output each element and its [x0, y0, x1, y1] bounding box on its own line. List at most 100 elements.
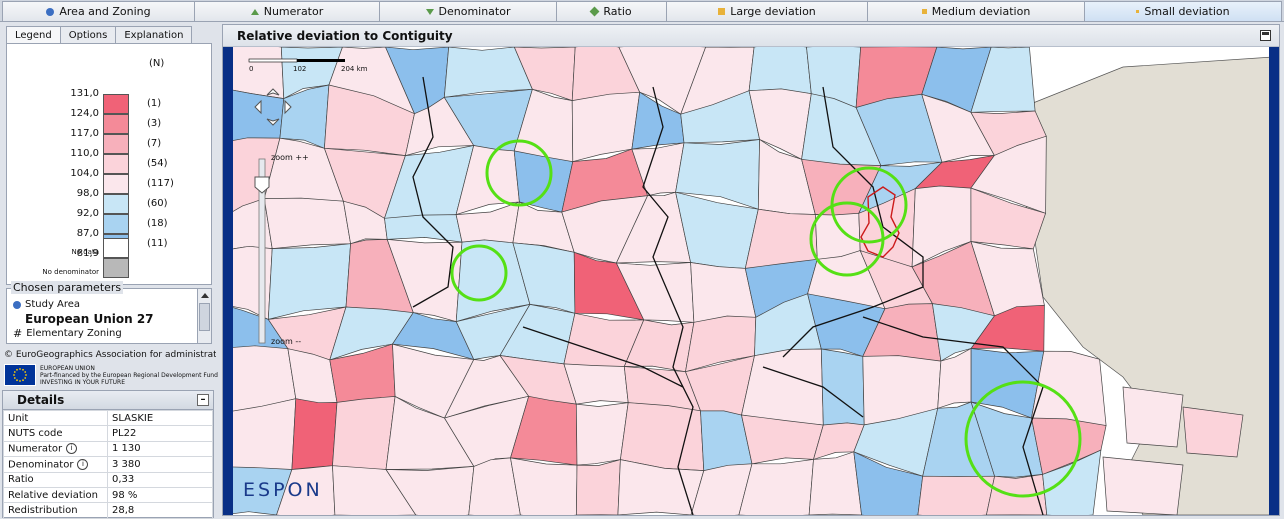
- legend-swatch: [103, 194, 129, 214]
- legend-threshold: 87,0: [76, 228, 99, 239]
- map-region[interactable]: [820, 348, 865, 429]
- tab-options[interactable]: Options: [59, 26, 117, 43]
- map-region[interactable]: [748, 47, 812, 95]
- legend-threshold: 131,0: [70, 88, 99, 99]
- legend: (N) 131,0 124,0 117,0 110,0 104,0 98,0 92,0 87,…: [6, 43, 212, 285]
- collapse-button[interactable]: –: [197, 394, 209, 406]
- scroll-up-icon[interactable]: [201, 293, 209, 298]
- details-panel: Details – Unit SLASKIE NUTS code PL22 Numera…: [2, 390, 214, 519]
- details-label: Denominator i: [3, 456, 108, 473]
- triangle-up-icon: [250, 8, 259, 15]
- eu-funding-banner: EUROPEAN UNION Part-financed by the Euro…: [4, 363, 218, 387]
- details-label: Unit: [3, 409, 108, 427]
- legend-count: (11): [147, 238, 168, 249]
- details-label: Relative deviation: [3, 486, 108, 504]
- map-region[interactable]: [291, 398, 338, 470]
- eu-text-line3: INVESTING IN YOUR FUTURE: [40, 378, 125, 386]
- zoom-in-label[interactable]: zoom ++: [271, 153, 309, 162]
- map-region[interactable]: [575, 402, 629, 466]
- map-canvas[interactable]: 0 102 204 km zoom ++ zoom -- ESPON: [223, 47, 1279, 515]
- square-icon: [718, 8, 726, 15]
- chosen-scrollbar[interactable]: [197, 289, 211, 343]
- map-region[interactable]: [576, 459, 621, 515]
- map-region[interactable]: [741, 348, 824, 426]
- tab-ratio[interactable]: Ratio: [556, 1, 667, 21]
- map-region[interactable]: [1182, 406, 1244, 458]
- legend-threshold: 98,0: [76, 188, 99, 199]
- scroll-thumb[interactable]: [199, 303, 210, 331]
- tab-large-deviation[interactable]: Large deviation: [666, 1, 868, 21]
- map-right-edge: [1269, 47, 1279, 515]
- chosen-parameters-title: Chosen parameters: [11, 281, 124, 294]
- map-region[interactable]: [917, 475, 996, 515]
- map-region[interactable]: [1122, 386, 1184, 448]
- legend-no-denominator-label: No denominator: [42, 268, 99, 276]
- legend-count: (1): [147, 98, 162, 109]
- info-icon[interactable]: i: [77, 458, 89, 470]
- details-value: SLASKIE: [107, 409, 213, 427]
- tab-numerator[interactable]: Numerator: [194, 1, 380, 21]
- details-row: Numerator i 1 130: [3, 440, 213, 458]
- study-area-value: European Union 27: [25, 312, 154, 326]
- details-label: Numerator i: [3, 440, 108, 458]
- legend-swatch: [103, 114, 129, 134]
- details-value: 3 380: [107, 456, 213, 473]
- legend-threshold: 92,0: [76, 208, 99, 219]
- legend-threshold: 110,0: [70, 148, 99, 159]
- details-row: Redistribution 28,8: [3, 502, 213, 519]
- legend-swatch: [103, 214, 129, 234]
- details-row: Ratio 0,33: [3, 471, 213, 488]
- choropleth-map[interactable]: [223, 47, 1279, 515]
- details-row: NUTS code PL22: [3, 425, 213, 442]
- zoom-out-label[interactable]: zoom --: [271, 337, 301, 346]
- legend-threshold: 117,0: [70, 128, 99, 139]
- square-small-icon: [921, 9, 927, 14]
- blue-dot-icon: [46, 7, 55, 16]
- top-tab-bar: Area and Zoning Numerator Denominator Ra…: [0, 0, 1284, 22]
- legend-count: (3): [147, 118, 162, 129]
- espon-logo-text: ESPON: [243, 479, 323, 501]
- details-value: PL22: [107, 425, 213, 442]
- left-panel: Legend Options Explanation (N) 131,0 124,…: [0, 22, 218, 519]
- maximize-button[interactable]: [1260, 30, 1271, 41]
- legend-swatch: [103, 94, 129, 114]
- scale-bar: [248, 58, 345, 63]
- details-row: Relative deviation 98 %: [3, 486, 213, 504]
- legend-no-data-label: No data: [71, 248, 99, 256]
- map-left-edge: [223, 47, 233, 515]
- dot-small-icon: [1136, 10, 1140, 13]
- scale-label-mid: 102: [293, 65, 307, 73]
- tab-denominator[interactable]: Denominator: [379, 1, 557, 21]
- info-icon[interactable]: i: [66, 443, 78, 455]
- map-region[interactable]: [744, 208, 818, 269]
- blue-dot-icon: [13, 300, 21, 309]
- triangle-down-icon: [425, 8, 434, 15]
- grid-icon: #: [13, 326, 23, 340]
- legend-swatch: [103, 174, 129, 194]
- map-region[interactable]: [1102, 456, 1184, 515]
- legend-threshold: 104,0: [70, 168, 99, 179]
- legend-count: (18): [147, 218, 168, 229]
- legend-count: (60): [147, 198, 168, 209]
- details-title: Details: [17, 393, 65, 407]
- left-tab-bar: Legend Options Explanation: [6, 26, 193, 43]
- tab-area-and-zoning[interactable]: Area and Zoning: [2, 1, 195, 21]
- details-label: NUTS code: [3, 425, 108, 442]
- tab-explanation[interactable]: Explanation: [115, 26, 193, 43]
- details-label: Ratio: [3, 471, 108, 488]
- legend-count-header: (N): [149, 58, 165, 69]
- tab-medium-deviation[interactable]: Medium deviation: [867, 1, 1085, 21]
- map-region[interactable]: [263, 197, 352, 249]
- legend-swatch-no-denominator: [103, 258, 129, 278]
- legend-count: (54): [147, 158, 168, 169]
- details-header: Details –: [3, 391, 213, 410]
- eu-text-line2: Part-financed by the European Regional D…: [40, 371, 218, 379]
- study-area-row: Study Area: [13, 299, 80, 310]
- tab-legend[interactable]: Legend: [6, 26, 61, 43]
- map-region[interactable]: [808, 451, 862, 515]
- espon-logo: ESPON: [243, 479, 323, 501]
- map-region[interactable]: [332, 396, 396, 470]
- tab-small-deviation[interactable]: Small deviation: [1084, 1, 1282, 21]
- map-region[interactable]: [510, 457, 578, 515]
- scale-label-0: 0: [249, 65, 254, 73]
